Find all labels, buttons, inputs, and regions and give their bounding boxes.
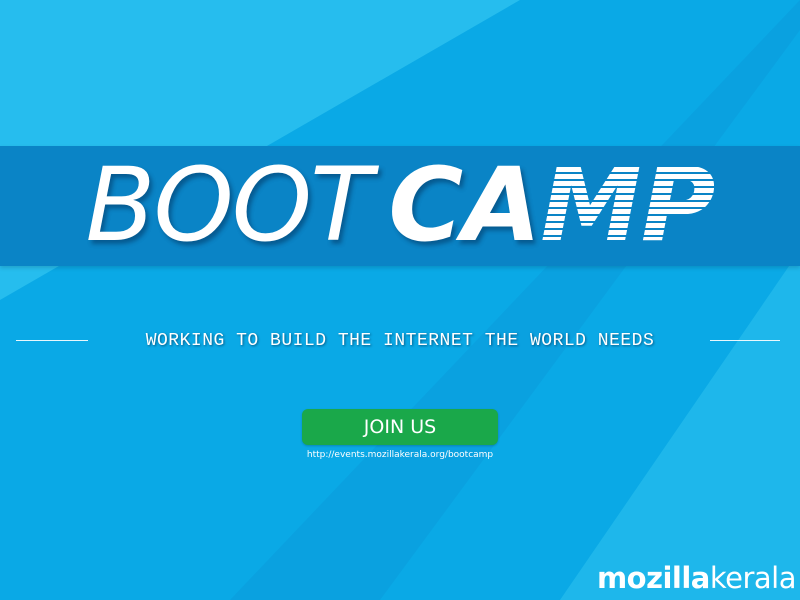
headline-word-boot: BOOT (85, 146, 373, 265)
headline-word-camp-striped: MP (540, 146, 715, 265)
headline-word-camp: CAMP (388, 146, 715, 265)
tagline-divider-right (710, 340, 780, 341)
headline-word-camp-solid: CA (388, 146, 541, 265)
headline-title: BOOT CAMP (0, 141, 800, 271)
event-url-link[interactable]: http://events.mozillakerala.org/bootcamp (260, 448, 540, 462)
tagline-divider-left (16, 340, 88, 341)
logo-text-mozilla: mozilla (596, 561, 710, 595)
tagline-text: WORKING TO BUILD THE INTERNET THE WORLD … (145, 331, 655, 351)
join-us-button[interactable]: JOIN US (302, 409, 498, 445)
mozilla-kerala-logo: mozillakerala (560, 558, 797, 598)
logo-text-kerala: kerala (709, 561, 797, 595)
background-graphic (0, 0, 800, 600)
